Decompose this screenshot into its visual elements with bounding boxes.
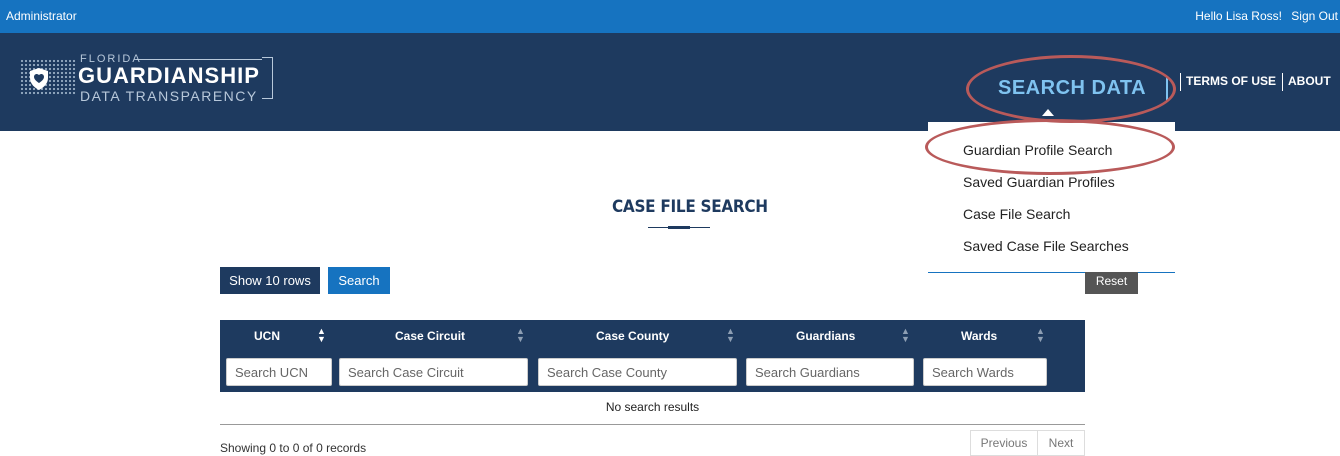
column-header-guardians[interactable]: Guardians: [796, 329, 855, 343]
top-bar: Administrator Hello Lisa Ross! Sign Out: [0, 0, 1340, 33]
sort-icon[interactable]: ▲ ▼: [901, 327, 910, 344]
column-header-case-county[interactable]: Case County: [596, 329, 669, 343]
search-button[interactable]: Search: [328, 267, 390, 294]
menu-item-saved-guardian-profiles[interactable]: Saved Guardian Profiles: [963, 174, 1115, 190]
search-wards-input[interactable]: [923, 358, 1047, 386]
site-logo[interactable]: FLORIDA GUARDIANSHIP DATA TRANSPARENCY: [16, 51, 278, 105]
pagination-previous[interactable]: Previous: [970, 430, 1038, 456]
table-header: UCN ▲ ▼ Case Circuit ▲ ▼ Case County ▲ ▼ Gu…: [220, 320, 1085, 352]
sort-icon[interactable]: ▲ ▼: [516, 327, 525, 344]
column-header-case-circuit[interactable]: Case Circuit: [395, 329, 465, 343]
nav-divider: [1180, 73, 1181, 91]
search-guardians-input[interactable]: [746, 358, 914, 386]
search-ucn-input[interactable]: [226, 358, 332, 386]
nav-about[interactable]: ABOUT: [1288, 74, 1331, 88]
column-header-wards[interactable]: Wards: [961, 329, 997, 343]
table-filter-row: [220, 352, 1085, 392]
logo-transparency-text: DATA TRANSPARENCY: [80, 88, 258, 104]
logo-guardianship-text: GUARDIANSHIP: [78, 63, 260, 88]
show-rows-button[interactable]: Show 10 rows: [220, 267, 320, 294]
sort-icon[interactable]: ▲ ▼: [726, 327, 735, 344]
column-header-ucn[interactable]: UCN: [254, 329, 280, 343]
nav-terms-of-use[interactable]: TERMS OF USE: [1186, 74, 1276, 88]
nav-divider: [1282, 73, 1283, 91]
annotation-circle: [966, 55, 1176, 123]
menu-item-saved-case-file-searches[interactable]: Saved Case File Searches: [963, 238, 1129, 254]
search-case-circuit-input[interactable]: [339, 358, 528, 386]
user-greeting-area: Hello Lisa Ross! Sign Out: [1195, 9, 1338, 23]
sort-icon[interactable]: ▲ ▼: [317, 327, 326, 344]
records-info: Showing 0 to 0 of 0 records: [220, 441, 367, 455]
pagination-next[interactable]: Next: [1037, 430, 1085, 456]
shield-icon: [30, 68, 48, 90]
sign-out-link[interactable]: Sign Out: [1291, 9, 1338, 23]
logo-bracket: [262, 57, 273, 99]
sort-icon[interactable]: ▲ ▼: [1036, 327, 1045, 344]
annotation-circle: [925, 119, 1175, 175]
empty-results-message: No search results: [220, 392, 1085, 425]
title-underline-accent: [668, 226, 690, 229]
search-case-county-input[interactable]: [538, 358, 737, 386]
menu-item-case-file-search[interactable]: Case File Search: [963, 206, 1070, 222]
greeting-text: Hello Lisa Ross!: [1195, 9, 1282, 23]
page-title: CASE FILE SEARCH: [612, 197, 768, 217]
reset-button[interactable]: Reset: [1085, 272, 1138, 294]
user-role: Administrator: [6, 9, 77, 23]
